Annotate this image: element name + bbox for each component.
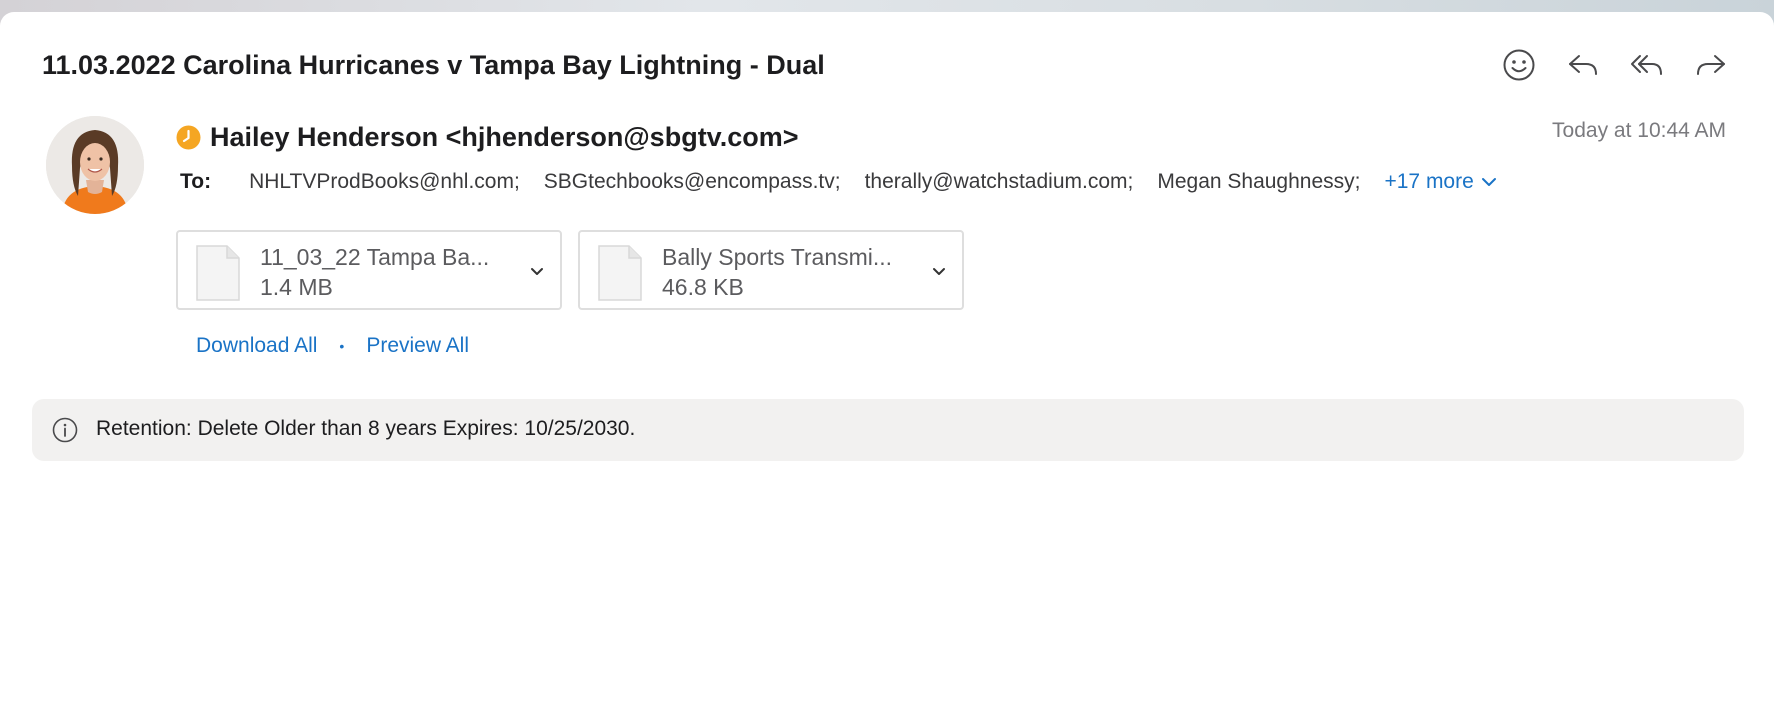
reply-button[interactable] (1564, 46, 1602, 84)
reply-all-icon (1631, 55, 1662, 75)
retention-banner: Retention: Delete Older than 8 years Exp… (32, 399, 1744, 461)
message-actions-toolbar (1500, 46, 1730, 84)
reply-icon (1569, 55, 1597, 75)
document-icon (196, 245, 240, 301)
sender-name[interactable]: Hailey Henderson <hjhenderson@sbgtv.com> (210, 122, 798, 153)
download-all-link[interactable]: Download All (196, 334, 317, 358)
recipient[interactable]: SBGtechbooks@encompass.tv; (544, 170, 841, 194)
preview-all-link[interactable]: Preview All (366, 334, 469, 358)
document-icon (598, 245, 642, 301)
sender-avatar[interactable] (46, 116, 144, 214)
forward-icon (1697, 55, 1725, 75)
attachment-size: 1.4 MB (260, 274, 333, 300)
more-recipients-link[interactable]: +17 more (1384, 170, 1497, 194)
reply-all-button[interactable] (1628, 46, 1666, 84)
message-window: 11.03.2022 Carolina Hurricanes v Tampa B… (0, 12, 1774, 716)
attachment-name: 11_03_22 Tampa Ba... (260, 244, 490, 270)
attachment-actions: Download All • Preview All (196, 334, 469, 358)
attachment-name: Bally Sports Transmi... (662, 244, 893, 270)
attachment-card[interactable]: 11_03_22 Tampa Ba... 1.4 MB (176, 230, 562, 310)
link-separator: • (339, 338, 345, 354)
chevron-down-icon (1481, 178, 1496, 186)
more-recipients-label: +17 more (1384, 170, 1474, 193)
info-icon (52, 417, 78, 443)
smiley-icon (1503, 49, 1535, 81)
attachment-size: 46.8 KB (662, 274, 744, 300)
to-label: To: (180, 170, 212, 193)
avatar-image (46, 116, 144, 214)
recipient[interactable]: Megan Shaughnessy; (1157, 170, 1360, 194)
retention-text: Retention: Delete Older than 8 years Exp… (96, 417, 636, 440)
clock-icon (176, 125, 201, 150)
attachments-list: 11_03_22 Tampa Ba... 1.4 MB Bally Sports… (176, 230, 964, 310)
message-subject: 11.03.2022 Carolina Hurricanes v Tampa B… (42, 50, 825, 80)
chevron-down-icon[interactable] (930, 262, 948, 280)
message-date: Today at 10:44 AM (1552, 119, 1726, 142)
recipient[interactable]: NHLTVProdBooks@nhl.com; (249, 170, 520, 194)
recipient[interactable]: therally@watchstadium.com; (865, 170, 1134, 194)
attachment-card[interactable]: Bally Sports Transmi... 46.8 KB (578, 230, 964, 310)
recipients-line: To: NHLTVProdBooks@nhl.com; SBGtechbooks… (180, 170, 1498, 194)
forward-button[interactable] (1692, 46, 1730, 84)
sender-line: Hailey Henderson <hjhenderson@sbgtv.com> (176, 122, 798, 153)
emoji-reaction-button[interactable] (1500, 46, 1538, 84)
chevron-down-icon[interactable] (528, 262, 546, 280)
